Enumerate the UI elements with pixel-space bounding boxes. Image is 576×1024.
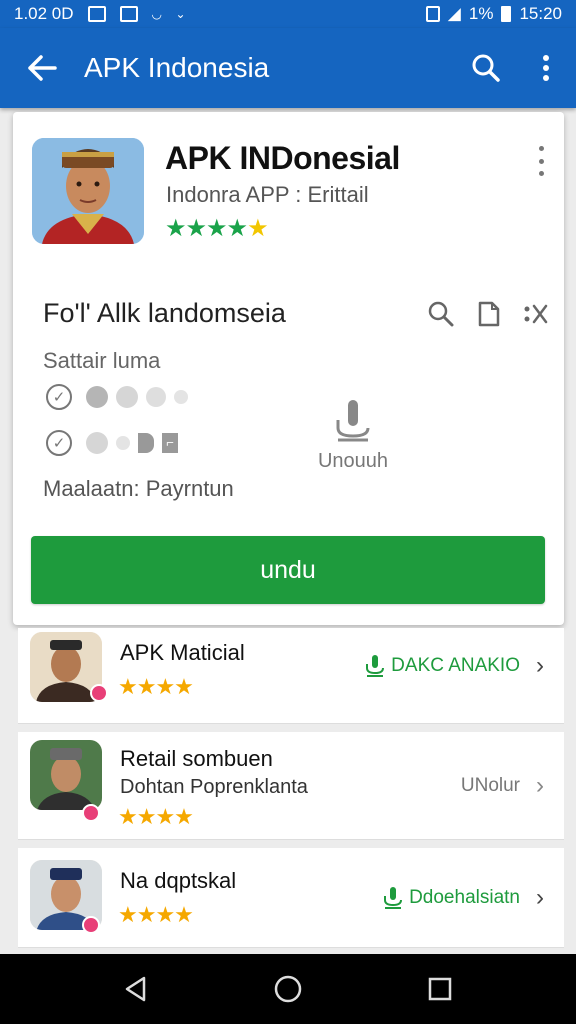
vibrate-icon <box>425 6 440 22</box>
square-recent-icon <box>428 977 452 1001</box>
nav-back-button[interactable] <box>106 959 166 1019</box>
list-item-action-label: Ddoehalsiatn <box>409 887 520 908</box>
search-icon <box>472 54 500 82</box>
list-item[interactable]: Retail sombuen Dohtan Poprenklanta ★★★★ … <box>18 732 564 840</box>
badge-icon <box>82 804 100 822</box>
microphone-icon <box>366 655 385 677</box>
list-item-action-label: UNolur <box>460 775 520 796</box>
system-nav-bar <box>0 954 576 1024</box>
down-arrow-notification-icon: ⌄ <box>175 7 186 21</box>
progress-dot <box>116 436 130 450</box>
app-bar: APK Indonesia <box>0 28 576 108</box>
photo-notification-icon <box>87 6 106 22</box>
search-button[interactable] <box>456 28 516 108</box>
back-button[interactable] <box>0 28 84 108</box>
status-clock: 15:20 <box>519 4 562 23</box>
badge-icon <box>82 916 100 934</box>
more-vert-icon <box>543 55 549 81</box>
progress-dot <box>146 387 166 407</box>
list-item-action[interactable]: UNolur › <box>461 772 544 800</box>
list-item-title: APK Maticial <box>120 640 245 665</box>
section-document-button[interactable] <box>473 298 505 330</box>
app-detail-card: APK INDonesial Indonra APP : Erittail ★★… <box>13 112 564 625</box>
progress-dot <box>86 432 108 454</box>
battery-icon <box>501 6 512 22</box>
voice-download-label: Unouuh <box>317 450 389 472</box>
rating-star-partial: ★ <box>247 215 268 242</box>
download-button[interactable]: undu <box>31 536 545 604</box>
arrow-left-icon <box>28 55 57 81</box>
progress-dot <box>86 386 108 408</box>
payment-label: Maalaatn: Payrntun <box>43 476 234 501</box>
microphone-icon <box>384 887 403 909</box>
progress-dot <box>116 386 138 408</box>
nav-home-button[interactable] <box>258 959 318 1019</box>
list-item-action[interactable]: DAKC ANAKIO › <box>365 652 544 680</box>
list-item-title: Na dqptskal <box>120 868 237 893</box>
list-item-rating: ★★★★ <box>118 902 194 927</box>
avatar <box>30 740 102 810</box>
app-icon <box>32 138 144 244</box>
badge-icon <box>90 684 108 702</box>
chevron-right-icon: › <box>536 652 544 679</box>
nav-recents-button[interactable] <box>410 959 470 1019</box>
list-item-subtitle: Dohtan Poprenklanta <box>120 776 308 798</box>
app-icon-portrait <box>32 138 144 244</box>
app-name: APK INDonesial <box>165 140 400 176</box>
list-item-rating: ★★★★ <box>118 674 194 699</box>
option-row-1[interactable]: ✓ <box>46 384 188 410</box>
list-item-action[interactable]: Ddoehalsiatn › <box>383 884 544 912</box>
file-icon: ⌐ <box>162 433 178 453</box>
more-vert-icon <box>538 146 544 151</box>
document-icon <box>478 301 500 327</box>
signal-icon: ◢ <box>447 4 461 23</box>
section-share-button[interactable] <box>521 298 553 330</box>
list-item-rating: ★★★★ <box>118 804 194 829</box>
status-bar: 1.02 0D ◡ ⌄ ◢ 1% 15:20 <box>0 0 576 28</box>
status-time-left: 1.02 0D <box>14 4 74 23</box>
voice-download-button[interactable]: Unouuh <box>313 398 393 473</box>
chevron-right-icon: › <box>536 884 544 911</box>
chevron-right-icon: › <box>536 772 544 799</box>
search-icon <box>428 301 454 327</box>
check-circle-icon: ✓ <box>46 430 72 456</box>
mail-notification-icon <box>119 6 138 22</box>
overflow-menu-button[interactable] <box>516 28 576 108</box>
list-item[interactable]: APK Maticial ★★★★ DAKC ANAKIO › <box>18 628 564 724</box>
check-circle-icon: ✓ <box>46 384 72 410</box>
microphone-icon <box>336 400 370 442</box>
list-item[interactable]: Na dqptskal ★★★★ Ddoehalsiatn › <box>18 848 564 948</box>
rating-stars-filled: ★★★★ <box>165 215 248 242</box>
circle-home-icon <box>274 975 302 1003</box>
option-row-2[interactable]: ✓ ⌐ <box>46 430 178 456</box>
progress-dot <box>174 390 188 404</box>
battery-percent: 1% <box>468 4 494 23</box>
app-bar-title: APK Indonesia <box>84 52 270 83</box>
section-title: Fo'l' Allk landomseia <box>43 298 286 328</box>
card-more-button[interactable] <box>534 146 548 176</box>
d-shape-icon <box>138 433 154 453</box>
triangle-back-icon <box>125 976 146 1002</box>
list-item-action-label: DAKC ANAKIO <box>391 655 520 676</box>
section-search-button[interactable] <box>425 298 457 330</box>
section-actions <box>425 298 553 330</box>
list-item-title: Retail sombuen <box>120 746 273 771</box>
chat-notification-icon: ◡ <box>151 7 163 21</box>
status-label: Sattair luma <box>43 348 161 373</box>
app-subtitle: Indonra APP : Erittail <box>166 182 369 207</box>
app-rating: ★★★★★ <box>165 214 269 243</box>
close-share-icon <box>524 304 548 324</box>
